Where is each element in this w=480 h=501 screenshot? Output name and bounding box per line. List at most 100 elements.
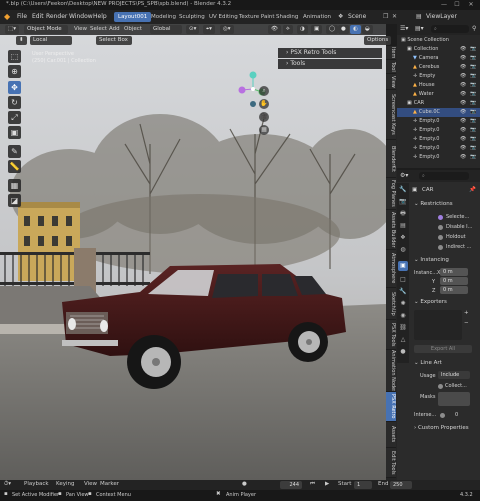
particles-props-icon[interactable]: ✺ bbox=[398, 299, 408, 309]
eye-icon[interactable]: 👁 bbox=[460, 153, 466, 162]
constraints-props-icon[interactable]: ⛓ bbox=[398, 323, 408, 333]
modifier-props-icon[interactable]: 🔧 bbox=[398, 287, 408, 297]
remove-exporter-icon[interactable]: − bbox=[464, 320, 469, 326]
instance-offset-z-field[interactable]: 0 m bbox=[440, 286, 468, 294]
transform-orientation-selector[interactable]: Global bbox=[150, 25, 182, 34]
mode-selector[interactable]: Object Mode bbox=[24, 25, 68, 34]
add-cube-tool-icon[interactable]: ▦ bbox=[8, 179, 21, 192]
menu-file[interactable]: File bbox=[17, 13, 27, 20]
outliner-row-scene-collection[interactable]: ▣ Scene Collection bbox=[397, 36, 480, 45]
render-toggle-icon[interactable]: 📷 bbox=[470, 81, 476, 90]
outliner-row[interactable]: ✛ Empty 👁 📷 bbox=[397, 72, 480, 81]
eye-icon[interactable]: 👁 bbox=[460, 99, 466, 108]
display-mode-icon[interactable]: ▤▾ bbox=[415, 25, 424, 32]
select-tool-icon[interactable]: ⬚ bbox=[8, 50, 21, 63]
pivot-icon[interactable]: ⊙▾ bbox=[186, 25, 200, 34]
overlay-icon[interactable]: ◑ bbox=[297, 25, 308, 34]
transform-icon[interactable]: ⬍ bbox=[16, 36, 27, 45]
sidebar-tab-fog-planes[interactable]: Fog Planes bbox=[386, 178, 396, 210]
render-toggle-icon[interactable]: 📷 bbox=[470, 72, 476, 81]
jump-start-icon[interactable]: ⏮ bbox=[310, 481, 315, 488]
camera-view-icon[interactable]: 🎥 bbox=[259, 112, 269, 122]
exporters-list[interactable] bbox=[414, 310, 462, 340]
record-icon[interactable]: ● bbox=[242, 481, 247, 487]
eye-icon[interactable]: 👁 bbox=[460, 135, 466, 144]
snap-icon[interactable]: ⌖▾ bbox=[203, 25, 215, 34]
object-props-icon[interactable]: □ bbox=[398, 275, 408, 285]
collection-props-icon[interactable]: ▣ bbox=[398, 261, 408, 271]
menu-help[interactable]: Help bbox=[93, 13, 107, 20]
menu-window[interactable]: Window bbox=[69, 13, 93, 20]
outliner-row[interactable]: ▣ CAR 👁 📷 bbox=[397, 99, 480, 108]
eye-icon[interactable]: 👁 bbox=[460, 45, 466, 54]
eye-icon[interactable]: 👁 bbox=[460, 108, 466, 117]
current-frame-field[interactable]: 244 bbox=[280, 481, 302, 489]
add-exporter-icon[interactable]: + bbox=[464, 310, 469, 316]
minimize-button[interactable]: — bbox=[440, 1, 448, 8]
eye-icon[interactable]: 👁 bbox=[460, 81, 466, 90]
rotate-tool-icon[interactable]: ↻ bbox=[8, 96, 21, 109]
menu-select[interactable]: Select bbox=[90, 26, 107, 32]
menu-edit[interactable]: Edit bbox=[32, 13, 44, 20]
psx-retro-tools-panel-header[interactable]: › PSX Retro Tools bbox=[278, 48, 382, 58]
instance-offset-x-field[interactable]: 0 m bbox=[440, 268, 468, 276]
eye-icon[interactable]: 👁 bbox=[460, 90, 466, 99]
scene-remove-icon[interactable]: ✕ bbox=[392, 13, 397, 20]
render-toggle-icon[interactable]: 📷 bbox=[470, 63, 476, 72]
render-toggle-icon[interactable]: 📷 bbox=[470, 99, 476, 108]
sidebar-tab-item[interactable]: Item bbox=[386, 46, 396, 60]
sidebar-tab-tool[interactable]: Tool bbox=[386, 60, 396, 74]
export-all-button[interactable]: Export All bbox=[414, 345, 472, 353]
collection-name[interactable]: CAR bbox=[422, 187, 433, 193]
eye-icon[interactable]: 👁 bbox=[460, 117, 466, 126]
render-toggle-icon[interactable]: 📷 bbox=[470, 54, 476, 63]
scene-new-icon[interactable]: ❐ bbox=[383, 13, 388, 20]
render-toggle-icon[interactable]: 📷 bbox=[470, 90, 476, 99]
usage-select[interactable]: Include bbox=[438, 371, 470, 379]
restrictions-panel-header[interactable]: ⌄ Restrictions bbox=[414, 201, 453, 207]
properties-editor-icon[interactable]: ⚙▾ bbox=[400, 172, 408, 179]
outliner-row[interactable]: ▣ Collection 👁 📷 bbox=[397, 45, 480, 54]
physics-props-icon[interactable]: ◉ bbox=[398, 311, 408, 321]
timeline-editor-icon[interactable]: ⏱▾ bbox=[4, 481, 11, 488]
gizmo-icon[interactable]: ⟡ bbox=[283, 25, 293, 34]
sidebar-tab-atmosphere[interactable]: Atmosphere bbox=[386, 250, 396, 288]
annotate-tool-icon[interactable]: ✎ bbox=[8, 145, 21, 158]
workspace-tab-layout001[interactable]: Layout001 bbox=[114, 12, 152, 22]
menu-view[interactable]: View bbox=[74, 26, 87, 32]
outliner-row[interactable]: ✛ Empty.0 👁 📷 bbox=[397, 153, 480, 162]
sidebar-tab-animation-nodes[interactable]: Animation Nodes bbox=[386, 350, 396, 392]
outliner-row[interactable]: ▲ Water 👁 📷 bbox=[397, 90, 480, 99]
maximize-button[interactable]: ☐ bbox=[453, 1, 461, 8]
pan-icon[interactable]: ✋ bbox=[259, 99, 269, 109]
3d-viewport[interactable] bbox=[0, 24, 386, 480]
eye-icon[interactable]: 👁 bbox=[460, 63, 466, 72]
render-toggle-icon[interactable]: 📷 bbox=[470, 135, 476, 144]
visibility-icon[interactable]: 👁 bbox=[268, 25, 281, 34]
play-icon[interactable]: ▶ bbox=[325, 481, 329, 487]
transform-orientation-local[interactable]: Local bbox=[30, 36, 72, 45]
sidebar-tab-assets-builder[interactable]: Assets Builder bbox=[386, 210, 396, 250]
move-tool-icon[interactable]: ✥ bbox=[8, 81, 21, 94]
outliner-row[interactable]: ▲ Cube.0C 👁 📷 bbox=[397, 108, 480, 117]
view-layer-props-icon[interactable]: ▤ bbox=[398, 221, 408, 231]
sidebar-tab-assets[interactable]: Assets bbox=[386, 422, 396, 448]
tools-panel-header[interactable]: › Tools bbox=[278, 59, 382, 69]
material-props-icon[interactable]: ● bbox=[398, 347, 408, 357]
menu-view[interactable]: View bbox=[84, 481, 97, 487]
editor-type-icon[interactable]: ⬚▾ bbox=[5, 25, 19, 34]
eye-icon[interactable]: 👁 bbox=[460, 126, 466, 135]
scene-props-icon[interactable]: ❖ bbox=[398, 233, 408, 243]
render-toggle-icon[interactable]: 📷 bbox=[470, 153, 476, 162]
scale-tool-icon[interactable]: ⤢ bbox=[8, 111, 21, 124]
outliner-row[interactable]: ▲ Cerebus 👁 📷 bbox=[397, 63, 480, 72]
menu-add[interactable]: Add bbox=[109, 26, 120, 32]
sidebar-tab-psx-retro[interactable]: PSX Retro bbox=[386, 392, 396, 422]
menu-playback[interactable]: Playback bbox=[24, 481, 49, 487]
sidebar-tab-screencast-keys[interactable]: Screencast Keys bbox=[386, 90, 396, 140]
shading-rendered-icon[interactable]: ◒ bbox=[362, 25, 373, 34]
render-toggle-icon[interactable]: 📷 bbox=[470, 126, 476, 135]
zoom-icon[interactable]: ⌕ bbox=[259, 86, 269, 96]
exporters-panel-header[interactable]: ⌄ Exporters bbox=[414, 299, 447, 305]
output-props-icon[interactable]: 🖶 bbox=[398, 209, 408, 219]
